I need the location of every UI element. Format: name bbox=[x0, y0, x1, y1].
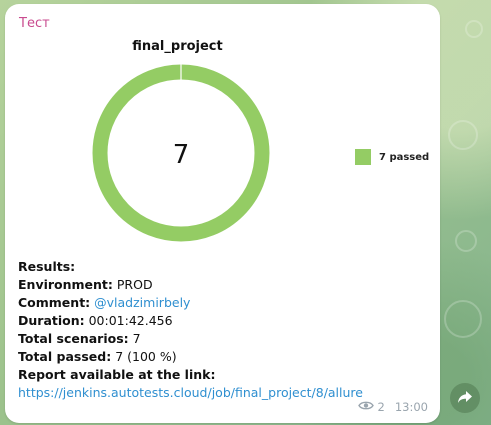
views-count: 2 bbox=[377, 400, 385, 414]
donut-chart: 7 bbox=[92, 64, 270, 242]
message-bubble[interactable]: Тест final_project 7 7 passed Results: E… bbox=[5, 4, 440, 423]
message-meta: 2 13:00 bbox=[357, 400, 428, 414]
environment-value: PROD bbox=[116, 277, 153, 292]
total-passed-value: 7 (100 %) bbox=[115, 349, 177, 364]
duration-label: Duration: bbox=[18, 313, 85, 328]
legend-label: 7 passed bbox=[379, 151, 430, 163]
mention-link[interactable]: @vladzimirbely bbox=[94, 295, 190, 310]
eye-icon bbox=[357, 400, 374, 414]
total-passed-label: Total passed: bbox=[18, 349, 112, 364]
total-scenarios-label: Total scenarios: bbox=[18, 331, 129, 346]
report-link[interactable]: https://jenkins.autotests.cloud/job/fina… bbox=[18, 385, 363, 400]
environment-label: Environment: bbox=[18, 277, 113, 292]
report-label: Report available at the link: bbox=[18, 367, 216, 382]
total-scenarios-value: 7 bbox=[132, 331, 141, 346]
results-heading: Results: bbox=[18, 259, 76, 274]
chart-legend: 7 passed bbox=[355, 149, 429, 165]
forward-button[interactable] bbox=[450, 383, 480, 413]
donut-center-label: 7 bbox=[173, 140, 190, 170]
background-doodle bbox=[455, 230, 477, 252]
background-doodle bbox=[448, 120, 478, 150]
comment-label: Comment: bbox=[18, 295, 91, 310]
background-doodle bbox=[465, 20, 483, 38]
legend-swatch bbox=[355, 149, 371, 165]
background-doodle bbox=[444, 300, 482, 338]
message-time: 13:00 bbox=[394, 400, 428, 414]
duration-value: 00:01:42.456 bbox=[88, 313, 173, 328]
results-text: Results: Environment: PROD Comment: @vla… bbox=[18, 258, 428, 402]
forward-arrow-icon bbox=[457, 389, 473, 408]
